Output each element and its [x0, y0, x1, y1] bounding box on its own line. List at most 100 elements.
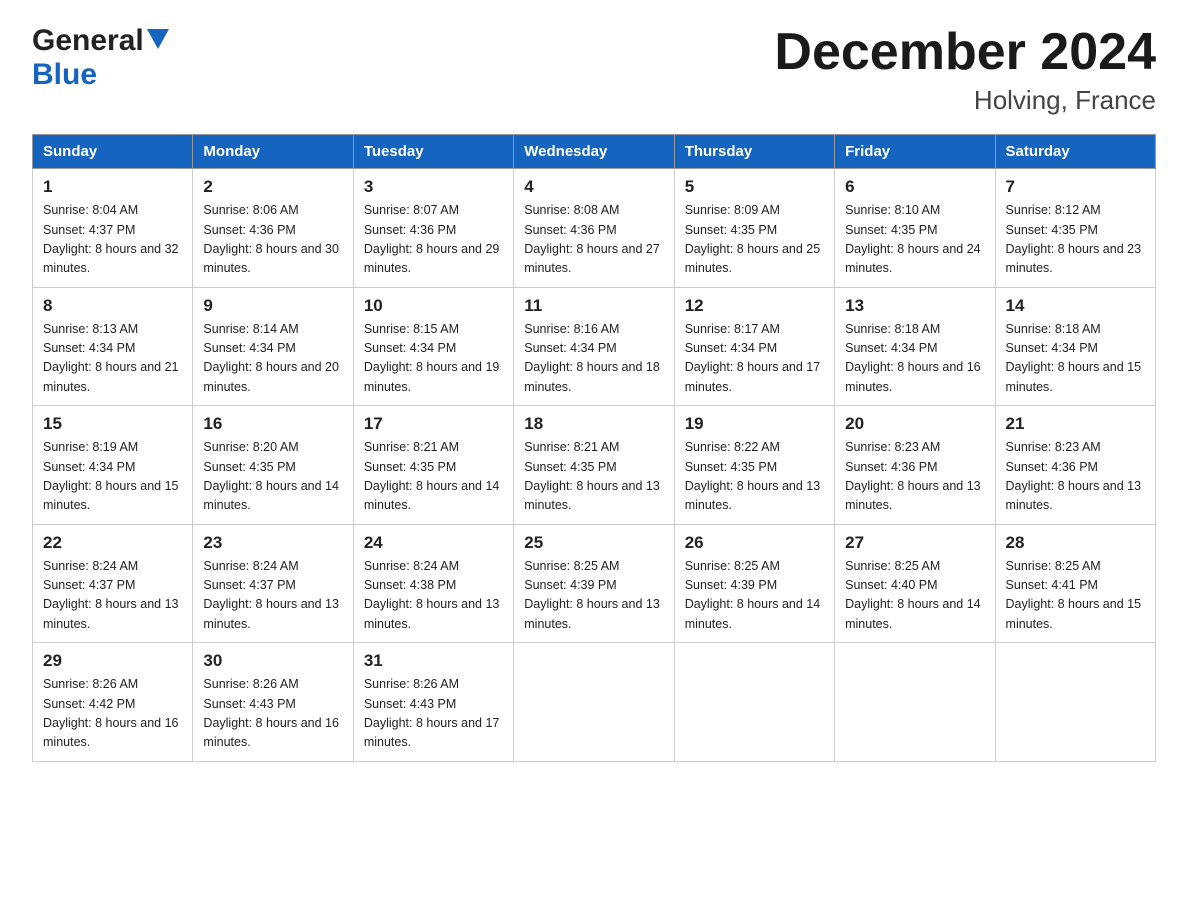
week-row-1: 1 Sunrise: 8:04 AM Sunset: 4:37 PM Dayli… [33, 169, 1156, 288]
calendar-cell: 12 Sunrise: 8:17 AM Sunset: 4:34 PM Dayl… [674, 287, 834, 406]
day-info: Sunrise: 8:12 AM Sunset: 4:35 PM Dayligh… [1006, 201, 1145, 279]
day-info: Sunrise: 8:19 AM Sunset: 4:34 PM Dayligh… [43, 438, 182, 516]
day-number: 8 [43, 296, 182, 316]
day-number: 20 [845, 414, 984, 434]
calendar-cell: 8 Sunrise: 8:13 AM Sunset: 4:34 PM Dayli… [33, 287, 193, 406]
calendar-cell: 2 Sunrise: 8:06 AM Sunset: 4:36 PM Dayli… [193, 169, 353, 288]
calendar-cell: 11 Sunrise: 8:16 AM Sunset: 4:34 PM Dayl… [514, 287, 674, 406]
logo-blue-text: Blue [32, 58, 169, 92]
calendar-cell: 25 Sunrise: 8:25 AM Sunset: 4:39 PM Dayl… [514, 524, 674, 643]
day-number: 2 [203, 177, 342, 197]
calendar-cell: 19 Sunrise: 8:22 AM Sunset: 4:35 PM Dayl… [674, 406, 834, 525]
calendar-cell: 24 Sunrise: 8:24 AM Sunset: 4:38 PM Dayl… [353, 524, 513, 643]
day-number: 18 [524, 414, 663, 434]
calendar-cell: 30 Sunrise: 8:26 AM Sunset: 4:43 PM Dayl… [193, 643, 353, 762]
week-row-3: 15 Sunrise: 8:19 AM Sunset: 4:34 PM Dayl… [33, 406, 1156, 525]
day-number: 26 [685, 533, 824, 553]
title-block: December 2024 Holving, France [774, 24, 1156, 116]
day-info: Sunrise: 8:26 AM Sunset: 4:42 PM Dayligh… [43, 675, 182, 753]
page-header: General Blue December 2024 Holving, Fran… [32, 24, 1156, 116]
day-info: Sunrise: 8:20 AM Sunset: 4:35 PM Dayligh… [203, 438, 342, 516]
day-number: 30 [203, 651, 342, 671]
day-info: Sunrise: 8:13 AM Sunset: 4:34 PM Dayligh… [43, 320, 182, 398]
day-info: Sunrise: 8:08 AM Sunset: 4:36 PM Dayligh… [524, 201, 663, 279]
calendar-cell [514, 643, 674, 762]
calendar-cell: 13 Sunrise: 8:18 AM Sunset: 4:34 PM Dayl… [835, 287, 995, 406]
day-info: Sunrise: 8:25 AM Sunset: 4:39 PM Dayligh… [685, 557, 824, 635]
day-info: Sunrise: 8:26 AM Sunset: 4:43 PM Dayligh… [203, 675, 342, 753]
calendar-header-row: Sunday Monday Tuesday Wednesday Thursday… [33, 135, 1156, 169]
day-info: Sunrise: 8:16 AM Sunset: 4:34 PM Dayligh… [524, 320, 663, 398]
day-info: Sunrise: 8:25 AM Sunset: 4:39 PM Dayligh… [524, 557, 663, 635]
day-number: 17 [364, 414, 503, 434]
day-info: Sunrise: 8:21 AM Sunset: 4:35 PM Dayligh… [524, 438, 663, 516]
calendar-cell: 4 Sunrise: 8:08 AM Sunset: 4:36 PM Dayli… [514, 169, 674, 288]
col-sunday: Sunday [33, 135, 193, 169]
calendar-cell: 17 Sunrise: 8:21 AM Sunset: 4:35 PM Dayl… [353, 406, 513, 525]
day-number: 21 [1006, 414, 1145, 434]
day-number: 5 [685, 177, 824, 197]
day-number: 24 [364, 533, 503, 553]
day-number: 4 [524, 177, 663, 197]
logo-general-text: General [32, 24, 144, 58]
day-info: Sunrise: 8:07 AM Sunset: 4:36 PM Dayligh… [364, 201, 503, 279]
logo-arrow-icon [147, 29, 169, 54]
day-info: Sunrise: 8:25 AM Sunset: 4:40 PM Dayligh… [845, 557, 984, 635]
day-number: 31 [364, 651, 503, 671]
col-saturday: Saturday [995, 135, 1155, 169]
day-number: 15 [43, 414, 182, 434]
calendar-cell: 15 Sunrise: 8:19 AM Sunset: 4:34 PM Dayl… [33, 406, 193, 525]
day-number: 25 [524, 533, 663, 553]
calendar-cell: 16 Sunrise: 8:20 AM Sunset: 4:35 PM Dayl… [193, 406, 353, 525]
col-tuesday: Tuesday [353, 135, 513, 169]
calendar-cell: 20 Sunrise: 8:23 AM Sunset: 4:36 PM Dayl… [835, 406, 995, 525]
day-info: Sunrise: 8:24 AM Sunset: 4:37 PM Dayligh… [203, 557, 342, 635]
day-info: Sunrise: 8:25 AM Sunset: 4:41 PM Dayligh… [1006, 557, 1145, 635]
calendar-cell: 18 Sunrise: 8:21 AM Sunset: 4:35 PM Dayl… [514, 406, 674, 525]
day-number: 11 [524, 296, 663, 316]
month-title: December 2024 [774, 24, 1156, 81]
day-number: 22 [43, 533, 182, 553]
calendar-cell: 3 Sunrise: 8:07 AM Sunset: 4:36 PM Dayli… [353, 169, 513, 288]
day-info: Sunrise: 8:23 AM Sunset: 4:36 PM Dayligh… [845, 438, 984, 516]
day-number: 16 [203, 414, 342, 434]
day-info: Sunrise: 8:23 AM Sunset: 4:36 PM Dayligh… [1006, 438, 1145, 516]
location-title: Holving, France [774, 85, 1156, 116]
calendar-cell: 23 Sunrise: 8:24 AM Sunset: 4:37 PM Dayl… [193, 524, 353, 643]
day-info: Sunrise: 8:10 AM Sunset: 4:35 PM Dayligh… [845, 201, 984, 279]
day-info: Sunrise: 8:15 AM Sunset: 4:34 PM Dayligh… [364, 320, 503, 398]
calendar-cell: 9 Sunrise: 8:14 AM Sunset: 4:34 PM Dayli… [193, 287, 353, 406]
day-info: Sunrise: 8:21 AM Sunset: 4:35 PM Dayligh… [364, 438, 503, 516]
day-number: 27 [845, 533, 984, 553]
day-number: 1 [43, 177, 182, 197]
calendar-cell [995, 643, 1155, 762]
day-number: 14 [1006, 296, 1145, 316]
day-info: Sunrise: 8:22 AM Sunset: 4:35 PM Dayligh… [685, 438, 824, 516]
logo: General Blue [32, 24, 169, 92]
day-info: Sunrise: 8:26 AM Sunset: 4:43 PM Dayligh… [364, 675, 503, 753]
calendar-cell [835, 643, 995, 762]
day-number: 3 [364, 177, 503, 197]
calendar-cell: 10 Sunrise: 8:15 AM Sunset: 4:34 PM Dayl… [353, 287, 513, 406]
day-info: Sunrise: 8:09 AM Sunset: 4:35 PM Dayligh… [685, 201, 824, 279]
day-number: 28 [1006, 533, 1145, 553]
col-wednesday: Wednesday [514, 135, 674, 169]
day-number: 6 [845, 177, 984, 197]
calendar-cell: 5 Sunrise: 8:09 AM Sunset: 4:35 PM Dayli… [674, 169, 834, 288]
day-info: Sunrise: 8:14 AM Sunset: 4:34 PM Dayligh… [203, 320, 342, 398]
day-number: 9 [203, 296, 342, 316]
day-info: Sunrise: 8:18 AM Sunset: 4:34 PM Dayligh… [845, 320, 984, 398]
calendar-cell: 22 Sunrise: 8:24 AM Sunset: 4:37 PM Dayl… [33, 524, 193, 643]
day-number: 7 [1006, 177, 1145, 197]
col-monday: Monday [193, 135, 353, 169]
calendar-cell: 14 Sunrise: 8:18 AM Sunset: 4:34 PM Dayl… [995, 287, 1155, 406]
week-row-4: 22 Sunrise: 8:24 AM Sunset: 4:37 PM Dayl… [33, 524, 1156, 643]
day-info: Sunrise: 8:04 AM Sunset: 4:37 PM Dayligh… [43, 201, 182, 279]
calendar-cell [674, 643, 834, 762]
calendar-cell: 6 Sunrise: 8:10 AM Sunset: 4:35 PM Dayli… [835, 169, 995, 288]
day-number: 13 [845, 296, 984, 316]
calendar-cell: 28 Sunrise: 8:25 AM Sunset: 4:41 PM Dayl… [995, 524, 1155, 643]
day-info: Sunrise: 8:06 AM Sunset: 4:36 PM Dayligh… [203, 201, 342, 279]
day-number: 10 [364, 296, 503, 316]
day-info: Sunrise: 8:18 AM Sunset: 4:34 PM Dayligh… [1006, 320, 1145, 398]
